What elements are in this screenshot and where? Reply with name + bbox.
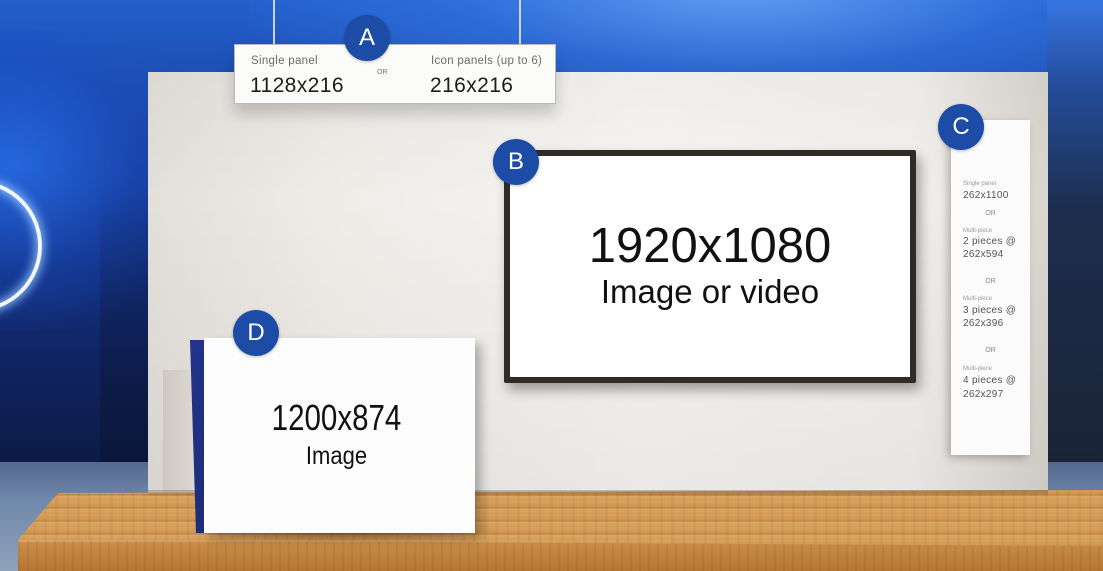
hanging-wire-left bbox=[273, 0, 275, 46]
panel-a-single-label: Single panel bbox=[251, 55, 318, 67]
wooden-stage-top bbox=[18, 490, 1103, 546]
panel-c-option-pieces: 3 pieces @ bbox=[963, 305, 1017, 316]
panel-b-caption: Image or video bbox=[600, 273, 820, 310]
panel-b-size: 1920x1080 bbox=[588, 219, 832, 273]
hanging-wire-right bbox=[519, 0, 521, 46]
panel-c-option-label: Multi-piece bbox=[963, 228, 993, 234]
panel-a-or-label: OR bbox=[377, 69, 388, 76]
panel-a-single-size: 1128x216 bbox=[250, 74, 344, 97]
panel-c-option-label: Multi-piece bbox=[963, 366, 993, 372]
panel-a-icon-size: 216x216 bbox=[430, 74, 514, 97]
panel-c-or-label: OR bbox=[985, 278, 996, 285]
panel-a-header-banner[interactable]: Single panel 1128x216 OR Icon panels (up… bbox=[234, 44, 556, 104]
badge-b: B bbox=[493, 139, 539, 185]
panel-d-size: 1200x874 bbox=[271, 397, 402, 438]
panel-c-option-size: 262x396 bbox=[963, 318, 1004, 329]
panel-b-screen[interactable]: 1920x1080 Image or video bbox=[504, 150, 916, 383]
panel-c-option-pieces: 4 pieces @ bbox=[963, 375, 1017, 386]
badge-a: A bbox=[344, 15, 390, 61]
panel-d-counter[interactable]: 1200x874 Image bbox=[204, 338, 475, 533]
badge-c: C bbox=[938, 104, 984, 150]
panel-c-option-size: 262x297 bbox=[963, 389, 1004, 400]
panel-c-or-label: OR bbox=[985, 347, 996, 354]
panel-c-or-label: OR bbox=[985, 210, 996, 217]
panel-c-option-pieces: 2 pieces @ bbox=[963, 236, 1017, 247]
panel-b-screen-area: 1920x1080 Image or video bbox=[510, 156, 910, 377]
panel-c-option-label: Multi-piece bbox=[963, 296, 993, 302]
panel-c-option-size: 262x1100 bbox=[963, 190, 1009, 201]
booth-scene: Single panel 1128x216 OR Icon panels (up… bbox=[0, 0, 1103, 571]
background-right-pillar bbox=[1047, 0, 1103, 470]
panel-c-vertical-banner[interactable]: Single panel 262x1100 OR Multi-piece 2 p… bbox=[951, 120, 1030, 455]
badge-d: D bbox=[233, 310, 279, 356]
panel-c-option-label: Single panel bbox=[963, 181, 997, 187]
background-left-shade bbox=[100, 190, 150, 470]
wall-step bbox=[163, 370, 193, 495]
panel-d-caption: Image bbox=[305, 442, 368, 470]
panel-c-option-size: 262x594 bbox=[963, 249, 1004, 260]
panel-a-icon-label: Icon panels (up to 6) bbox=[431, 55, 543, 67]
